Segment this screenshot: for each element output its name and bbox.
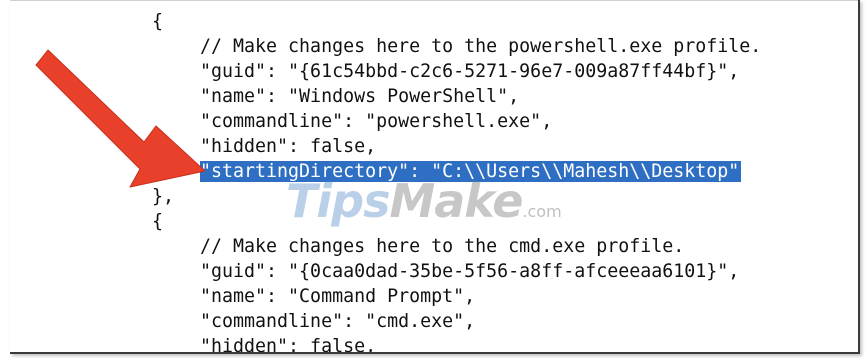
code-line-name-cmd[interactable]: "name": "Command Prompt", [200, 285, 475, 309]
code-editor[interactable]: { // Make changes here to the powershell… [10, 0, 860, 354]
code-line-starting-directory[interactable]: "startingDirectory": "C:\\Users\\Mahesh\… [200, 160, 742, 184]
screenshot-frame: { // Make changes here to the powershell… [0, 0, 868, 358]
code-line-commandline-powershell[interactable]: "commandline": "powershell.exe", [200, 110, 552, 134]
code-line-commandline-cmd[interactable]: "commandline": "cmd.exe", [200, 310, 475, 334]
code-line-guid-cmd[interactable]: "guid": "{0caa0dad-35be-5f56-a8ff-afceee… [200, 260, 739, 284]
top-border [10, 0, 858, 1]
code-line-open-brace-2[interactable]: { [152, 210, 163, 234]
selected-text-highlight[interactable]: "startingDirectory": "C:\\Users\\Mahesh\… [200, 161, 742, 182]
code-line-guid-powershell[interactable]: "guid": "{61c54bbd-c2c6-5271-96e7-009a87… [200, 60, 739, 84]
code-line-hidden-cmd[interactable]: "hidden": false, [200, 335, 376, 352]
code-line-comment-cmd[interactable]: // Make changes here to the cmd.exe prof… [200, 235, 684, 259]
code-line-name-powershell[interactable]: "name": "Windows PowerShell", [200, 85, 519, 109]
code-line-hidden-powershell[interactable]: "hidden": false, [200, 135, 376, 159]
code-line-open-brace-1[interactable]: { [152, 10, 163, 34]
code-line-close-brace[interactable]: }, [152, 185, 174, 209]
code-line-comment-powershell[interactable]: // Make changes here to the powershell.e… [200, 35, 761, 59]
